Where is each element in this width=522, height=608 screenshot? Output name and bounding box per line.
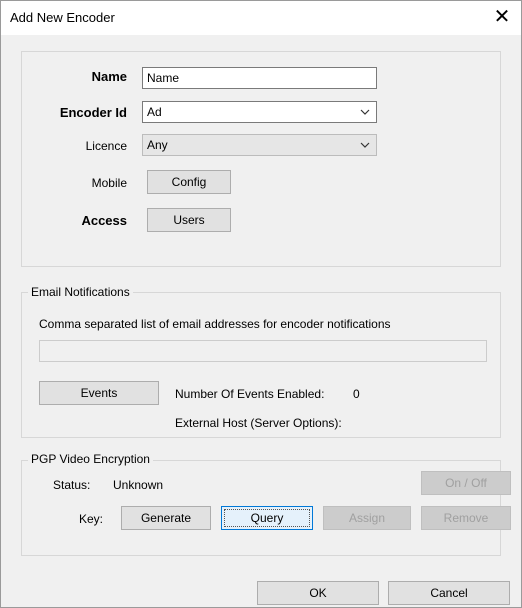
pgp-encryption-legend: PGP Video Encryption [28,452,153,466]
remove-button[interactable]: Remove [421,506,511,530]
pgp-status-value: Unknown [113,478,164,492]
mobile-label: Mobile [91,176,127,190]
generate-button[interactable]: Generate [121,506,211,530]
licence-label: Licence [85,139,127,153]
licence-combo[interactable]: Any [142,134,377,156]
encoder-id-combo[interactable]: Ad [142,101,377,123]
config-button[interactable]: Config [147,170,231,194]
encoder-id-value: Ad [147,105,162,119]
access-label: Access [81,213,127,228]
query-button[interactable]: Query [221,506,313,530]
window-title: Add New Encoder [10,10,115,25]
email-addresses-input[interactable] [39,340,487,362]
external-host-label: External Host (Server Options): [175,416,342,430]
ok-button[interactable]: OK [257,581,379,605]
chevron-down-icon [360,142,370,148]
name-label: Name [91,69,127,84]
onoff-button[interactable]: On / Off [421,471,511,495]
email-notifications-legend: Email Notifications [28,285,133,299]
users-button[interactable]: Users [147,208,231,232]
cancel-button[interactable]: Cancel [388,581,510,605]
close-icon[interactable]: ✕ [489,5,515,29]
add-encoder-dialog: Add New Encoder ✕ Name Encoder Id Ad Lic… [0,0,522,608]
pgp-status-label: Status: [53,478,91,492]
events-enabled-label: Number Of Events Enabled: [175,387,325,401]
encoder-id-label: Encoder Id [59,105,127,120]
chevron-down-icon [360,109,370,115]
assign-button[interactable]: Assign [323,506,411,530]
events-enabled-count: 0 [353,387,360,401]
pgp-key-label: Key: [79,512,104,526]
name-input[interactable] [142,67,377,89]
title-bar: Add New Encoder ✕ [1,1,521,35]
email-description: Comma separated list of email addresses … [39,317,391,331]
events-button[interactable]: Events [39,381,159,405]
licence-value: Any [147,138,168,152]
